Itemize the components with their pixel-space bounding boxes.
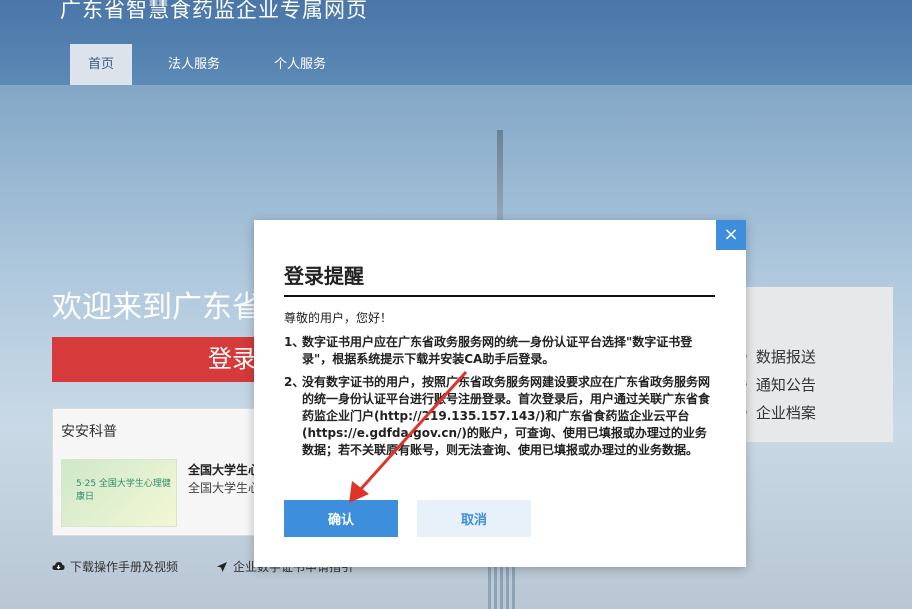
close-icon[interactable]: × [716,220,746,250]
rule-number: 1、 [284,335,305,349]
login-reminder-dialog: × 登录提醒 尊敬的用户，您好！ 1、 数字证书用户应在广东省政务服务网的统一身… [254,220,746,567]
rule-item: 1、 数字证书用户应在广东省政务服务网的统一身份认证平台选择"数字证书登录"，根… [284,334,716,368]
dialog-title: 登录提醒 [284,264,364,288]
confirm-button[interactable]: 确认 [284,500,398,537]
rule-text: 数字证书用户应在广东省政务服务网的统一身份认证平台选择"数字证书登录"，根据系统… [302,335,693,366]
dialog-greeting: 尊敬的用户，您好！ [284,311,393,325]
rule-item: 2、 没有数字证书的用户，按照广东省政务服务网建设要求应在广东省政务服务网的统一… [284,374,716,459]
title-divider [284,295,715,297]
rule-text: 没有数字证书的用户，按照广东省政务服务网建设要求应在广东省政务服务网的统一身份认… [302,375,711,457]
rule-number: 2、 [284,375,305,389]
dialog-rules: 1、 数字证书用户应在广东省政务服务网的统一身份认证平台选择"数字证书登录"，根… [284,334,716,465]
cancel-button[interactable]: 取消 [417,500,531,537]
